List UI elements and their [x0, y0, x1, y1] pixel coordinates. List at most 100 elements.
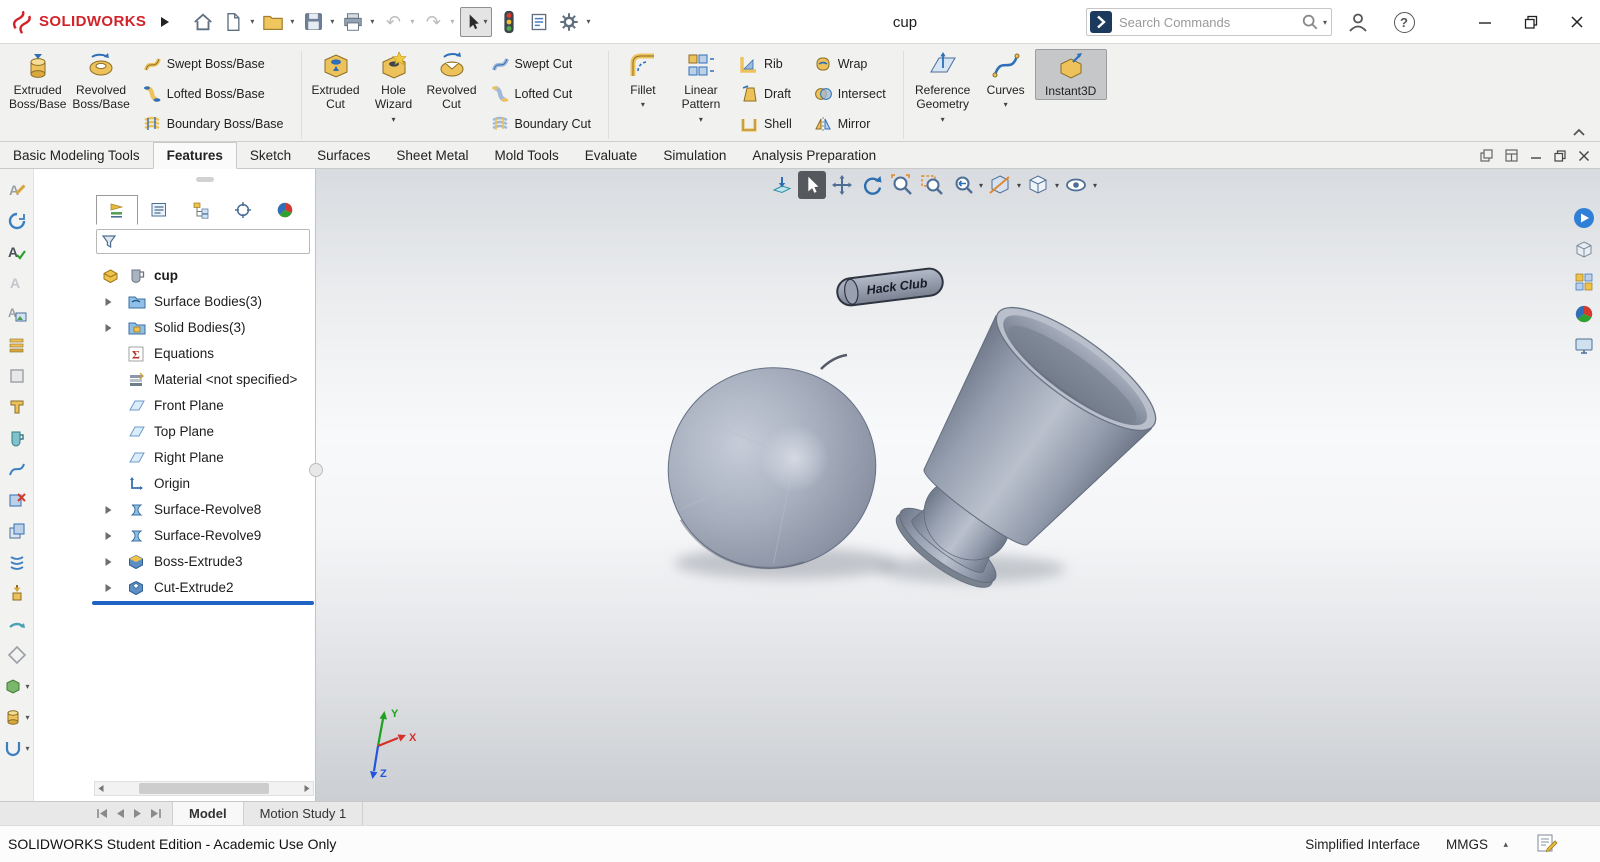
cylinder-tool-caret-icon[interactable]: ▾: [25, 713, 29, 722]
instant3d-button[interactable]: Instant3D: [1035, 49, 1107, 100]
curves-caret-icon[interactable]: ▾: [1004, 100, 1008, 109]
plane-tool-icon[interactable]: [5, 644, 29, 666]
home-button[interactable]: [190, 8, 216, 36]
view-cube-icon[interactable]: [1573, 239, 1595, 261]
linear-pattern-button[interactable]: Linear Pattern ▾: [672, 49, 730, 125]
float-window-icon[interactable]: [1480, 149, 1493, 162]
last-frame-icon[interactable]: [149, 808, 162, 819]
curves-button[interactable]: Curves ▾: [977, 49, 1035, 110]
tab-basic-modeling-tools[interactable]: Basic Modeling Tools: [0, 142, 153, 169]
tree-item-cut-extrude2[interactable]: Cut-Extrude2: [34, 575, 316, 601]
tree-item-front-plane[interactable]: Front Plane: [34, 393, 316, 419]
panel-grip-handle[interactable]: [196, 177, 214, 182]
tree-root-part[interactable]: cup: [34, 263, 316, 289]
boundary-cut-button[interactable]: Boundary Cut: [487, 109, 595, 139]
boundary-boss-button[interactable]: Boundary Boss/Base: [139, 109, 288, 139]
spellcheck-icon[interactable]: A: [5, 241, 29, 263]
options-caret-icon[interactable]: ▾: [586, 17, 590, 26]
search-magnifier-icon[interactable]: [1301, 13, 1319, 31]
hole-wizard-caret-icon[interactable]: ▾: [391, 115, 395, 124]
rollback-bar[interactable]: [92, 601, 314, 605]
expand-arrow-icon[interactable]: [104, 531, 113, 541]
surface-arrow-icon[interactable]: [5, 613, 29, 635]
performance-traffic-light-icon[interactable]: [496, 8, 522, 36]
tab-evaluate[interactable]: Evaluate: [572, 142, 651, 169]
wrap-button[interactable]: Wrap: [810, 49, 890, 79]
tree-item-top-plane[interactable]: Top Plane: [34, 419, 316, 445]
expand-arrow-icon[interactable]: [104, 505, 113, 515]
select-tool-button[interactable]: ▾: [460, 7, 492, 37]
move-body-icon[interactable]: [5, 520, 29, 542]
lofted-cut-button[interactable]: Lofted Cut: [487, 79, 595, 109]
tree-item-material[interactable]: Material <not specified>: [34, 367, 316, 393]
tab-surfaces[interactable]: Surfaces: [304, 142, 383, 169]
select-cursor-button[interactable]: [798, 171, 826, 199]
undo-caret-icon[interactable]: ▾: [410, 17, 414, 26]
curve-tool-caret-icon[interactable]: ▾: [25, 744, 29, 753]
fillet-button[interactable]: Fillet ▾: [614, 49, 672, 110]
open-button[interactable]: [260, 8, 286, 36]
undo-button[interactable]: ↶: [380, 8, 406, 36]
tree-item-surface-revolve9[interactable]: Surface-Revolve9: [34, 523, 316, 549]
restore-button[interactable]: [1508, 0, 1554, 44]
tab-simulation[interactable]: Simulation: [650, 142, 739, 169]
tab-analysis-preparation[interactable]: Analysis Preparation: [739, 142, 889, 169]
print-caret-icon[interactable]: ▾: [370, 17, 374, 26]
search-caret-icon[interactable]: ▾: [1323, 18, 1327, 27]
section-view-button[interactable]: [986, 171, 1014, 199]
normal-to-button[interactable]: [768, 171, 796, 199]
unit-system-label[interactable]: MMGS: [1446, 826, 1488, 862]
image-note-icon[interactable]: A: [5, 303, 29, 325]
previous-view-button[interactable]: [948, 171, 976, 199]
fillet-caret-icon[interactable]: ▾: [641, 100, 645, 109]
display-style-caret-icon[interactable]: ▾: [1055, 181, 1059, 190]
rotate-view-button[interactable]: [858, 171, 886, 199]
open-caret-icon[interactable]: ▾: [290, 17, 294, 26]
scroll-right-icon[interactable]: [303, 784, 311, 793]
shell-button[interactable]: Shell: [736, 109, 796, 139]
body-display-icon[interactable]: [1, 675, 25, 697]
account-button[interactable]: [1344, 8, 1372, 36]
panel-splitter-handle[interactable]: [309, 463, 323, 477]
tree-item-surface-bodies[interactable]: Surface Bodies(3): [34, 289, 316, 315]
hide-show-caret-icon[interactable]: ▾: [1093, 181, 1097, 190]
tab-sheet-metal[interactable]: Sheet Metal: [383, 142, 481, 169]
print-button[interactable]: [340, 8, 366, 36]
property-manager-tab[interactable]: [138, 195, 180, 225]
mirror-button[interactable]: Mirror: [810, 109, 890, 139]
monitor-icon[interactable]: [1573, 335, 1595, 357]
feature-manager-tab[interactable]: [96, 195, 138, 225]
close-button[interactable]: [1554, 0, 1600, 44]
extruded-cut-button[interactable]: Extruded Cut: [307, 49, 365, 113]
motion-study-tab[interactable]: Motion Study 1: [244, 802, 364, 825]
reference-geometry-button[interactable]: Reference Geometry ▾: [909, 49, 977, 125]
view-layout-icon[interactable]: [1573, 271, 1595, 293]
save-caret-icon[interactable]: ▾: [330, 17, 334, 26]
helix-icon[interactable]: [5, 551, 29, 573]
spline-tool-icon[interactable]: [5, 458, 29, 480]
new-document-button[interactable]: [220, 8, 246, 36]
minimize-button[interactable]: [1462, 0, 1508, 44]
intersect-button[interactable]: Intersect: [810, 79, 890, 109]
display-style-button[interactable]: [1024, 171, 1052, 199]
expand-arrow-icon[interactable]: [104, 297, 113, 307]
cavity-icon[interactable]: [5, 427, 29, 449]
face-select-icon[interactable]: [5, 365, 29, 387]
extruded-boss-button[interactable]: Extruded Boss/Base: [6, 49, 69, 113]
tab-features[interactable]: Features: [153, 142, 237, 169]
expand-arrow-icon[interactable]: [104, 557, 113, 567]
model-tab[interactable]: Model: [172, 802, 244, 825]
tree-item-equations[interactable]: Σ Equations: [34, 341, 316, 367]
expand-arrow-icon[interactable]: [104, 323, 113, 333]
tree-item-solid-bodies[interactable]: Solid Bodies(3): [34, 315, 316, 341]
pan-button[interactable]: [828, 171, 856, 199]
lofted-boss-button[interactable]: Lofted Boss/Base: [139, 79, 288, 109]
expand-arrow-icon[interactable]: [104, 583, 113, 593]
swept-boss-button[interactable]: Swept Boss/Base: [139, 49, 288, 79]
play-presentation-icon[interactable]: [1573, 207, 1595, 229]
body-display-caret-icon[interactable]: ▾: [25, 682, 29, 691]
status-edit-sheet-icon[interactable]: [1536, 832, 1558, 854]
extrude-arrow-icon[interactable]: [5, 582, 29, 604]
previous-view-caret-icon[interactable]: ▾: [979, 181, 983, 190]
tree-item-right-plane[interactable]: Right Plane: [34, 445, 316, 471]
